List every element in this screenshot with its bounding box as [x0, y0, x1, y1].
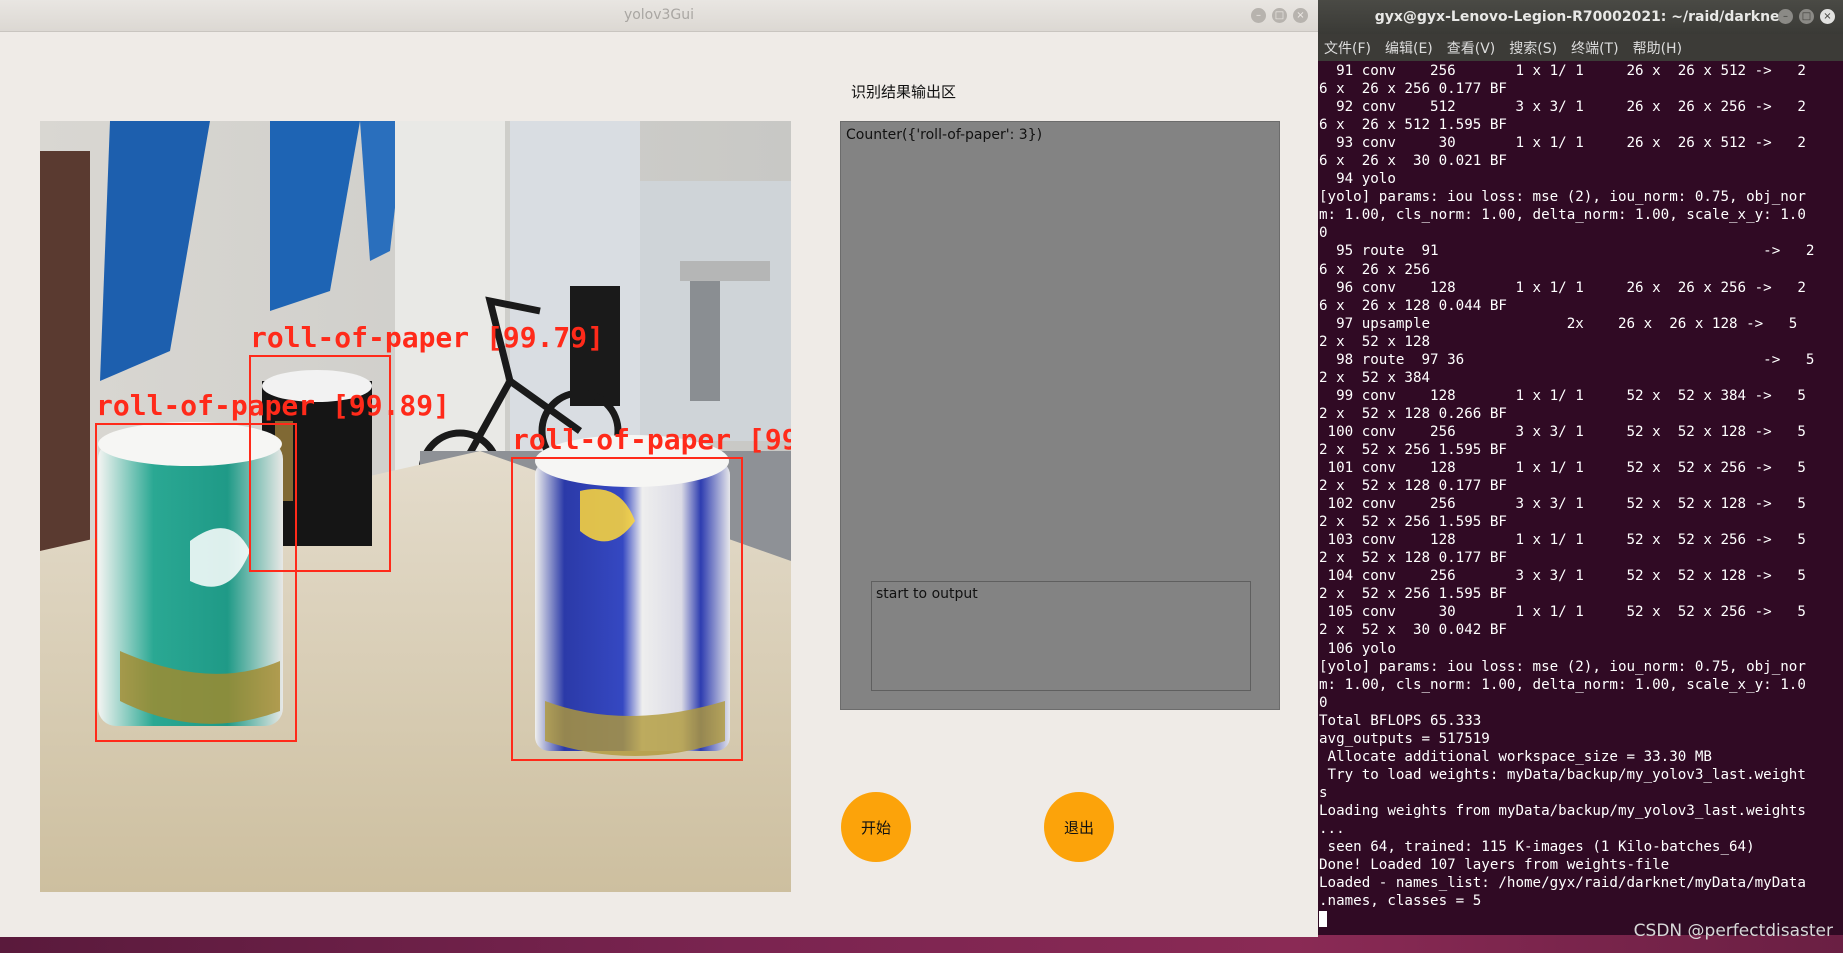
csdn-watermark: CSDN @perfectdisaster: [1633, 921, 1833, 941]
minimize-button[interactable]: –: [1251, 8, 1266, 23]
terminal-line: 102 conv 256 3 x 3/ 1 52 x 52 x 128 -> 5: [1319, 496, 1806, 513]
status-text: start to output: [876, 586, 978, 602]
terminal-line: 6 x 26 x 256: [1319, 261, 1431, 278]
terminal-line: 100 conv 256 3 x 3/ 1 52 x 52 x 128 -> 5: [1319, 423, 1806, 440]
result-counter-text: Counter({'roll-of-paper': 3}): [846, 127, 1043, 143]
terminal-line: 97 upsample 2x 26 x 26 x 128 -> 5: [1319, 315, 1798, 332]
maximize-button[interactable]: □: [1272, 8, 1287, 23]
terminal-line: Done! Loaded 107 layers from weights-fil…: [1319, 857, 1670, 874]
terminal-line: 6 x 26 x 256 0.177 BF: [1319, 81, 1507, 98]
terminal-maximize-button[interactable]: □: [1799, 9, 1814, 24]
terminal-line: 98 route 97 36 -> 5: [1319, 351, 1815, 368]
terminal-line: 6 x 26 x 128 0.044 BF: [1319, 297, 1507, 314]
terminal-line: 2 x 52 x 256 1.595 BF: [1319, 586, 1507, 603]
terminal-line: m: 1.00, cls_norm: 1.00, delta_norm: 1.0…: [1319, 207, 1806, 224]
terminal-cursor: [1319, 911, 1327, 928]
status-output-box[interactable]: start to output: [871, 581, 1251, 691]
terminal-line: 101 conv 128 1 x 1/ 1 52 x 52 x 256 -> 5: [1319, 460, 1806, 477]
terminal-titlebar[interactable]: gyx@gyx-Lenovo-Legion-R70002021: ~/raid/…: [1318, 0, 1843, 34]
terminal-line: 103 conv 128 1 x 1/ 1 52 x 52 x 256 -> 5: [1319, 532, 1806, 549]
terminal-minimize-button[interactable]: –: [1778, 9, 1793, 24]
gui-window-title: yolov3Gui: [623, 7, 695, 23]
terminal-line: Loading weights from myData/backup/my_yo…: [1319, 802, 1806, 819]
gui-window-controls: – □ ×: [1251, 8, 1308, 23]
terminal-line: 99 conv 128 1 x 1/ 1 52 x 52 x 384 -> 5: [1319, 387, 1806, 404]
terminal-line: [yolo] params: iou loss: mse (2), iou_no…: [1319, 658, 1806, 675]
menu-file[interactable]: 文件(F): [1324, 38, 1371, 58]
terminal-line: 2 x 52 x 256 1.595 BF: [1319, 441, 1507, 458]
menu-help[interactable]: 帮助(H): [1633, 38, 1682, 58]
terminal-line: 94 yolo: [1319, 171, 1396, 188]
terminal-line: 0: [1319, 225, 1328, 242]
terminal-line: avg_outputs = 517519: [1319, 730, 1490, 747]
menu-edit[interactable]: 编辑(E): [1385, 38, 1433, 58]
detection-photo: roll-of-paper [99.79] roll-of-paper [99.…: [40, 121, 791, 892]
terminal-close-button[interactable]: ×: [1820, 9, 1835, 24]
terminal-line: 2 x 52 x 128: [1319, 333, 1431, 350]
close-button[interactable]: ×: [1293, 8, 1308, 23]
result-output-area[interactable]: Counter({'roll-of-paper': 3}) start to o…: [840, 121, 1280, 710]
start-button[interactable]: 开始: [841, 792, 911, 862]
terminal-line: .names, classes = 5: [1319, 893, 1482, 910]
terminal-output[interactable]: 91 conv 256 1 x 1/ 1 26 x 26 x 512 -> 2 6…: [1318, 62, 1843, 930]
terminal-menubar: 文件(F) 编辑(E) 查看(V) 搜索(S) 终端(T) 帮助(H): [1318, 34, 1843, 61]
detection-label-1: roll-of-paper [99.79]: [250, 321, 604, 354]
terminal-line: 6 x 26 x 512 1.595 BF: [1319, 117, 1507, 134]
terminal-line: Total BFLOPS 65.333: [1319, 712, 1482, 729]
terminal-line: 0: [1319, 694, 1328, 711]
terminal-line: 105 conv 30 1 x 1/ 1 52 x 52 x 256 -> 5: [1319, 604, 1806, 621]
menu-view[interactable]: 查看(V): [1447, 38, 1496, 58]
terminal-window-controls: – □ ×: [1778, 9, 1835, 24]
terminal-line: 92 conv 512 3 x 3/ 1 26 x 26 x 256 -> 2: [1319, 99, 1806, 116]
terminal-line: 93 conv 30 1 x 1/ 1 26 x 26 x 512 -> 2: [1319, 135, 1806, 152]
terminal-line: 2 x 52 x 384: [1319, 369, 1431, 386]
desktop-background: [0, 935, 1843, 953]
terminal-line: [yolo] params: iou loss: mse (2), iou_no…: [1319, 189, 1806, 206]
terminal-line: 6 x 26 x 30 0.021 BF: [1319, 153, 1507, 170]
terminal-line: 95 route 91 -> 2: [1319, 243, 1815, 260]
output-area-label: 识别结果输出区: [851, 83, 957, 101]
detection-image: roll-of-paper [99.79] roll-of-paper [99.…: [40, 121, 791, 892]
gui-titlebar[interactable]: yolov3Gui – □ ×: [0, 0, 1318, 32]
terminal-line: 2 x 52 x 256 1.595 BF: [1319, 514, 1507, 531]
terminal-line: 2 x 52 x 128 0.266 BF: [1319, 405, 1507, 422]
terminal-line: 91 conv 256 1 x 1/ 1 26 x 26 x 512 -> 2: [1319, 63, 1806, 79]
detection-label-2: roll-of-paper [99.89]: [96, 389, 450, 422]
terminal-line: seen 64, trained: 115 K-images (1 Kilo-b…: [1319, 839, 1755, 856]
terminal-line: Try to load weights: myData/backup/my_yo…: [1319, 766, 1806, 783]
terminal-line: 2 x 52 x 128 0.177 BF: [1319, 478, 1507, 495]
detection-label-3: roll-of-paper [99.8: [512, 423, 791, 456]
menu-terminal[interactable]: 终端(T): [1571, 38, 1618, 58]
terminal-line: s: [1319, 784, 1328, 801]
terminal-line: 96 conv 128 1 x 1/ 1 26 x 26 x 256 -> 2: [1319, 279, 1806, 296]
terminal-line: Loaded - names_list: /home/gyx/raid/dark…: [1319, 875, 1806, 892]
terminal-line: ...: [1319, 820, 1345, 837]
menu-search[interactable]: 搜索(S): [1509, 38, 1557, 58]
terminal-title: gyx@gyx-Lenovo-Legion-R70002021: ~/raid/…: [1374, 9, 1787, 25]
yolov3-gui-window: yolov3Gui – □ × roll-of-paper [99.79] ro…: [0, 0, 1318, 937]
terminal-line: 2 x 52 x 128 0.177 BF: [1319, 550, 1507, 567]
terminal-line: m: 1.00, cls_norm: 1.00, delta_norm: 1.0…: [1319, 676, 1806, 693]
terminal-window: gyx@gyx-Lenovo-Legion-R70002021: ~/raid/…: [1318, 0, 1843, 935]
exit-button[interactable]: 退出: [1044, 792, 1114, 862]
terminal-line: 106 yolo: [1319, 640, 1396, 657]
terminal-line: 104 conv 256 3 x 3/ 1 52 x 52 x 128 -> 5: [1319, 568, 1806, 585]
terminal-line: Allocate additional workspace_size = 33.…: [1319, 748, 1712, 765]
terminal-line: 2 x 52 x 30 0.042 BF: [1319, 622, 1507, 639]
